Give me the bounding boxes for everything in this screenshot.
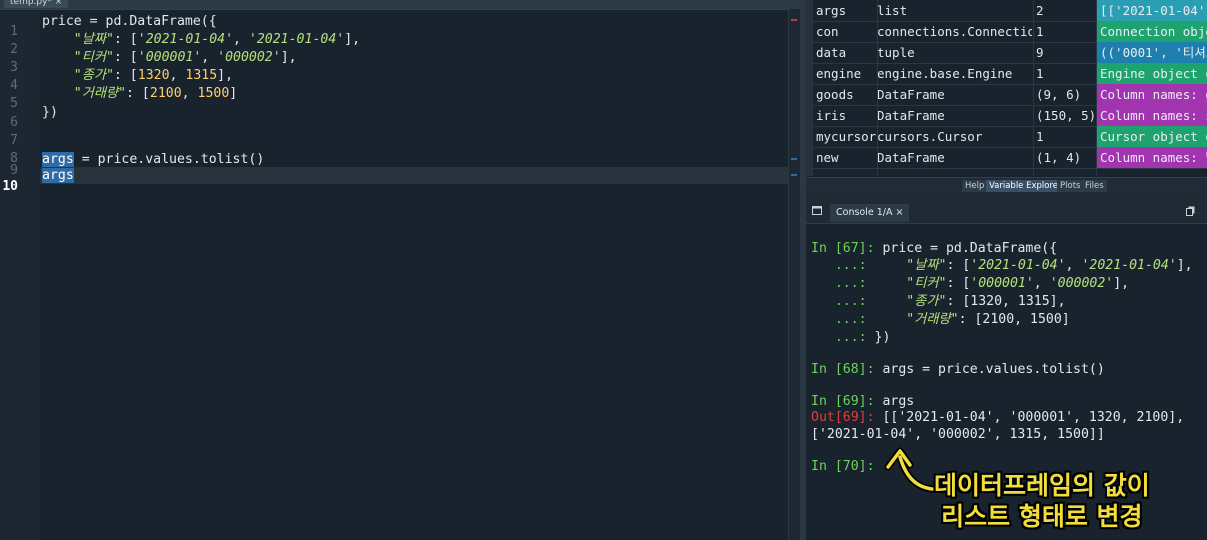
console-tab[interactable]: Console 1/A × bbox=[830, 204, 910, 222]
column-divider bbox=[1096, 0, 1097, 176]
table-row[interactable]: iris DataFrame (150, 5) Column names: se… bbox=[812, 105, 1207, 127]
var-size: 1 bbox=[1036, 129, 1044, 144]
var-value: Connection object bbox=[1097, 21, 1207, 42]
var-size: (1, 4) bbox=[1036, 150, 1082, 165]
line-number: 1 bbox=[10, 24, 18, 39]
console-input-line[interactable]: In [70]: bbox=[811, 458, 875, 476]
window-icon[interactable] bbox=[812, 206, 823, 217]
line-number: 3 bbox=[10, 60, 18, 75]
var-value: (('0001', '티셔츠 bbox=[1097, 42, 1207, 63]
pane-divider bbox=[806, 193, 1207, 201]
console-output-line: ['2021-01-04', '000002', 1315, 1500]] bbox=[811, 427, 1105, 442]
var-type: DataFrame bbox=[877, 108, 945, 123]
var-name: data bbox=[816, 45, 847, 60]
var-name: iris bbox=[816, 108, 847, 123]
var-size: 1 bbox=[1036, 24, 1044, 39]
var-value: Column names: 날짜 bbox=[1097, 147, 1207, 168]
var-value: Engine object of bbox=[1097, 63, 1207, 84]
column-divider bbox=[1033, 0, 1034, 176]
var-name: con bbox=[816, 24, 839, 39]
code-line-2[interactable]: "날짜": ['2021-01-04', '2021-01-04'], bbox=[42, 31, 360, 49]
code-line-10[interactable]: args bbox=[42, 167, 74, 185]
arrow-icon bbox=[884, 447, 936, 493]
tab-files[interactable]: Files bbox=[1082, 180, 1107, 192]
tab-plots[interactable]: Plots bbox=[1057, 180, 1084, 192]
table-row[interactable]: con connections.Connection 1 Connection … bbox=[812, 21, 1207, 43]
console-line: ...: "날짜": ['2021-01-04', '2021-01-04'], bbox=[811, 258, 1193, 273]
line-number: 4 bbox=[10, 78, 18, 93]
var-name: goods bbox=[816, 87, 854, 102]
var-size: (150, 5) bbox=[1036, 108, 1096, 123]
console-line: In [68]: args = price.values.tolist() bbox=[811, 362, 1105, 377]
caption-line-2: 리스트 형태로 변경 bbox=[941, 502, 1143, 531]
code-editor[interactable]: temp.py* × 1 2 3 4 5 6 7 8 9 10 price = … bbox=[0, 0, 801, 540]
table-row[interactable]: goods DataFrame (9, 6) Column names: goo bbox=[812, 84, 1207, 106]
table-row-partial[interactable] bbox=[812, 168, 1207, 176]
var-name: args bbox=[816, 3, 847, 18]
var-size: (9, 6) bbox=[1036, 87, 1082, 102]
var-type: DataFrame bbox=[877, 150, 945, 165]
var-value: [['2021-01-04', ' bbox=[1097, 0, 1207, 21]
table-row[interactable]: args list 2 [['2021-01-04', ' bbox=[812, 0, 1207, 22]
console-line: ...: "종가": [1320, 1315], bbox=[811, 294, 1066, 309]
variable-explorer-scrollbar[interactable] bbox=[806, 0, 813, 176]
line-number: 5 bbox=[10, 96, 18, 111]
copy-icon[interactable] bbox=[1186, 206, 1196, 217]
var-type: engine.base.Engine bbox=[877, 66, 1013, 81]
var-type: DataFrame bbox=[877, 87, 945, 102]
warning-marker bbox=[791, 19, 797, 21]
pane-tab-bar: Help Variable Explorer Plots Files bbox=[806, 177, 1207, 193]
tab-help[interactable]: Help bbox=[962, 180, 988, 192]
var-name: new bbox=[816, 150, 839, 165]
code-line-1[interactable]: price = pd.DataFrame({ bbox=[42, 13, 217, 31]
console-line: ...: "거래량": [2100, 1500] bbox=[811, 312, 1070, 327]
code-line-4[interactable]: "종가": [1320, 1315], bbox=[42, 67, 233, 85]
var-name: mycursor bbox=[816, 129, 877, 144]
table-row[interactable]: data tuple 9 (('0001', '티셔츠 bbox=[812, 42, 1207, 64]
console-line: ...: }) bbox=[811, 330, 891, 345]
table-row[interactable]: engine engine.base.Engine 1 Engine objec… bbox=[812, 63, 1207, 85]
console-line: ...: "티커": ['000001', '000002'], bbox=[811, 276, 1130, 291]
var-type: connections.Connection bbox=[877, 24, 1032, 39]
var-size: 2 bbox=[1036, 3, 1044, 18]
console-line: In [67]: price = pd.DataFrame({ bbox=[811, 241, 1058, 256]
variable-explorer: args list 2 [['2021-01-04', ' con connec… bbox=[806, 0, 1207, 176]
line-number: 6 bbox=[10, 115, 18, 130]
var-value: Cursor object of bbox=[1097, 126, 1207, 147]
line-number-current: 10 bbox=[2, 179, 18, 194]
var-value: Column names: goo bbox=[1097, 84, 1207, 105]
var-size: 9 bbox=[1036, 45, 1044, 60]
occurrence-marker bbox=[791, 158, 797, 160]
var-type: cursors.Cursor bbox=[877, 129, 983, 144]
caption-overlay: 데이터프레임의 값이 리스트 형태로 변경 bbox=[934, 470, 1150, 532]
file-tab[interactable]: temp.py* × bbox=[4, 0, 69, 8]
tab-variable-explorer[interactable]: Variable Explorer bbox=[986, 180, 1065, 192]
line-number: 7 bbox=[10, 133, 18, 148]
var-type: tuple bbox=[877, 45, 915, 60]
code-line-3[interactable]: "티커": ['000001', '000002'], bbox=[42, 49, 297, 67]
editor-tab-bar: temp.py* × bbox=[0, 0, 800, 10]
column-divider bbox=[877, 0, 878, 176]
var-value: Column names: sep bbox=[1097, 105, 1207, 126]
code-line-6[interactable]: }) bbox=[42, 104, 58, 122]
code-line-9[interactable]: args = price.values.tolist() bbox=[42, 151, 264, 169]
caption-line-1: 데이터프레임의 값이 bbox=[934, 471, 1150, 500]
console-tab-bar: Console 1/A × bbox=[806, 201, 1207, 224]
line-number: 2 bbox=[10, 42, 18, 57]
code-line-5[interactable]: "거래량": [2100, 1500] bbox=[42, 85, 237, 103]
current-line-highlight bbox=[40, 167, 788, 184]
var-name: engine bbox=[816, 66, 862, 81]
var-size: 1 bbox=[1036, 66, 1044, 81]
console-output-line: Out[69]: [['2021-01-04', '000001', 1320,… bbox=[811, 410, 1185, 425]
table-row[interactable]: mycursor cursors.Cursor 1 Cursor object … bbox=[812, 126, 1207, 148]
occurrence-marker bbox=[791, 174, 797, 176]
var-type: list bbox=[877, 3, 908, 18]
line-number-gutter: 1 2 3 4 5 6 7 8 9 10 bbox=[0, 11, 40, 540]
table-row[interactable]: new DataFrame (1, 4) Column names: 날짜 bbox=[812, 147, 1207, 169]
